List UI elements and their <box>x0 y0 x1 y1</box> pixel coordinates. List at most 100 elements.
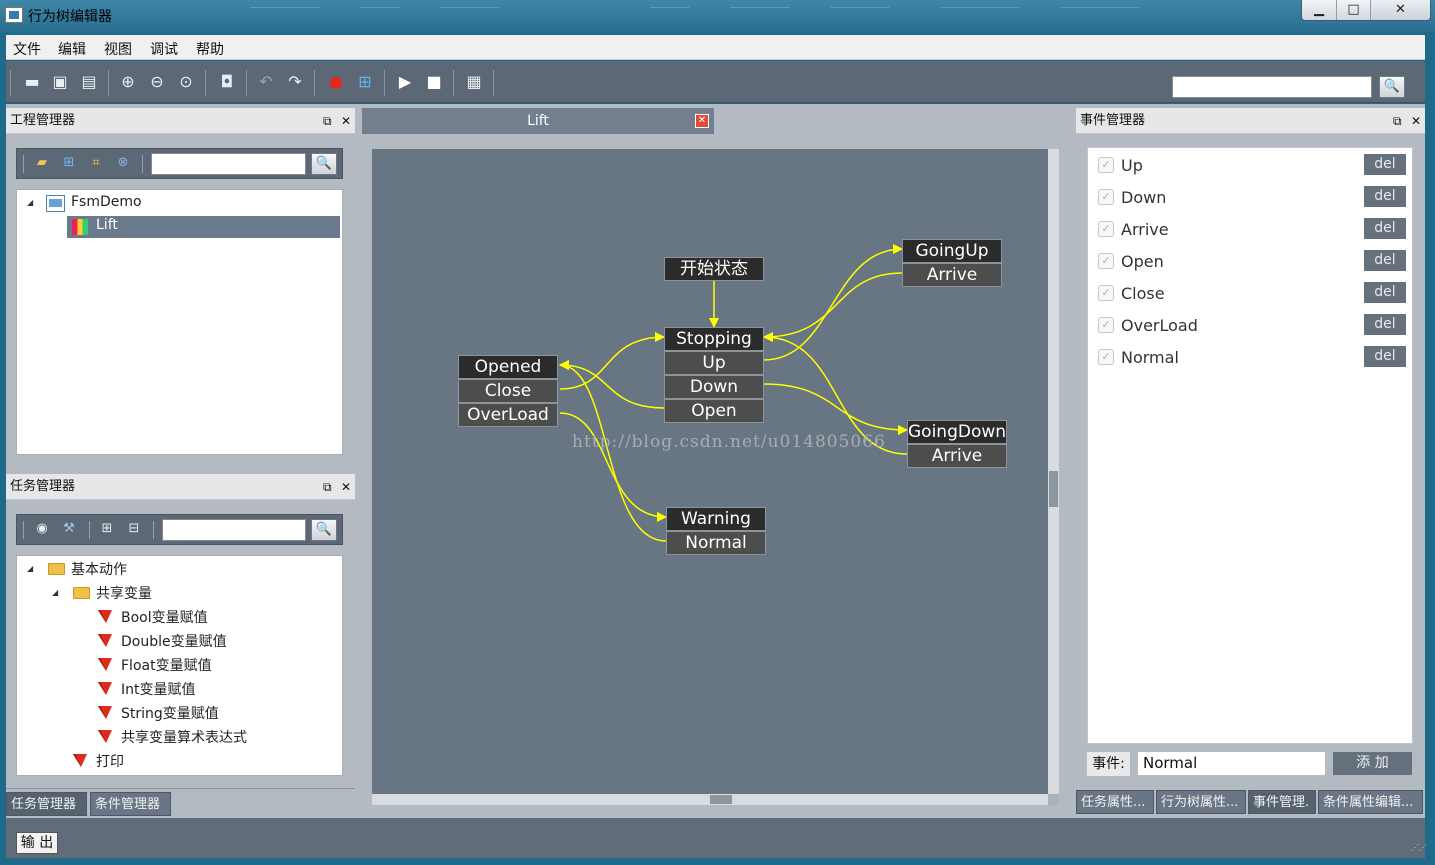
menu-edit[interactable]: 编辑 <box>58 39 86 59</box>
maximize-icon[interactable]: □ <box>1336 0 1370 20</box>
project-search-input[interactable] <box>151 153 306 175</box>
close-icon[interactable]: ✕ <box>1411 108 1421 134</box>
zoom-out-icon[interactable]: ⊖ <box>146 71 168 93</box>
tools-icon[interactable]: ⚒ <box>60 520 78 538</box>
add-event-button[interactable]: 添 加 <box>1333 752 1412 775</box>
collapse-icon[interactable]: ◢ <box>52 588 58 597</box>
event-checkbox[interactable]: ✓ <box>1098 285 1114 301</box>
menu-view[interactable]: 视图 <box>104 39 132 59</box>
node-stopping[interactable]: Stopping <box>664 327 764 351</box>
fit-view-icon[interactable]: ◘ <box>216 71 238 93</box>
tree-item-fsmdemo[interactable]: FsmDemo <box>71 194 142 210</box>
save-all-icon[interactable]: ▤ <box>78 71 100 93</box>
remove-icon[interactable]: ⊗ <box>114 154 132 172</box>
horizontal-scrollbar[interactable] <box>372 794 1048 805</box>
search-icon[interactable]: 🔍 <box>311 519 337 541</box>
close-icon[interactable]: ✕ <box>341 108 351 134</box>
node-opened-row[interactable]: Close <box>458 379 558 403</box>
zoom-in-icon[interactable]: ⊕ <box>117 71 139 93</box>
delete-button[interactable]: del <box>1364 186 1406 207</box>
float-icon[interactable]: ⧉ <box>323 108 332 134</box>
event-checkbox[interactable]: ✓ <box>1098 349 1114 365</box>
node-stopping-row[interactable]: Open <box>664 399 764 423</box>
tab-condition-manager[interactable]: 条件管理器 <box>90 792 171 816</box>
vertical-scrollbar[interactable] <box>1048 149 1059 794</box>
event-name-input[interactable]: Normal <box>1137 751 1326 776</box>
delete-button[interactable]: del <box>1364 250 1406 271</box>
close-icon[interactable]: ✕ <box>1370 0 1430 20</box>
tree-leaf-print[interactable]: 打印 <box>96 751 124 771</box>
tab-tree-properties[interactable]: 行为树属性... <box>1156 790 1246 814</box>
delete-button[interactable]: del <box>1364 282 1406 303</box>
scroll-thumb[interactable] <box>1049 471 1058 507</box>
close-icon[interactable]: ✕ <box>341 474 351 500</box>
node-goingdown[interactable]: GoingDown <box>907 420 1007 444</box>
float-icon[interactable]: ⧉ <box>1393 108 1402 134</box>
node-icon[interactable]: ⌗ <box>87 154 105 172</box>
search-icon[interactable]: 🔍 <box>1379 76 1405 98</box>
save-icon[interactable]: ▣ <box>49 71 71 93</box>
menu-help[interactable]: 帮助 <box>196 39 224 59</box>
tree-leaf[interactable]: Int变量赋值 <box>121 679 196 699</box>
state-canvas[interactable]: http://blog.csdn.net/u014805066 开始状态 Sto… <box>372 149 1048 794</box>
tree-leaf[interactable]: Double变量赋值 <box>121 631 227 651</box>
node-opened[interactable]: Opened <box>458 355 558 379</box>
scroll-thumb[interactable] <box>710 795 732 804</box>
hierarchy-icon[interactable]: ⊞ <box>354 71 376 93</box>
menu-file[interactable]: 文件 <box>13 39 41 59</box>
event-checkbox[interactable]: ✓ <box>1098 317 1114 333</box>
node-stopping-row[interactable]: Down <box>664 375 764 399</box>
open-icon[interactable]: ▬ <box>21 71 43 93</box>
delete-button[interactable]: del <box>1364 218 1406 239</box>
tree-item-lift[interactable]: Lift <box>67 216 340 238</box>
close-icon[interactable]: ✕ <box>695 114 709 128</box>
float-icon[interactable]: ⧉ <box>323 474 332 500</box>
tree-leaf[interactable]: 共享变量算术表达式 <box>121 727 247 747</box>
node-stopping-row[interactable]: Up <box>664 351 764 375</box>
breakpoint-icon[interactable]: ● <box>325 71 347 93</box>
collapse-icon[interactable]: ◢ <box>27 564 33 573</box>
event-checkbox[interactable]: ✓ <box>1098 189 1114 205</box>
search-icon[interactable]: 🔍 <box>311 153 337 175</box>
tab-task-properties[interactable]: 任务属性... <box>1076 790 1154 814</box>
tab-condition-properties[interactable]: 条件属性编辑... <box>1318 790 1423 814</box>
task-search-input[interactable] <box>162 519 306 541</box>
stop-icon[interactable]: ■ <box>423 71 445 93</box>
eye-icon[interactable]: ◉ <box>33 520 51 538</box>
event-checkbox[interactable]: ✓ <box>1098 157 1114 173</box>
zoom-reset-icon[interactable]: ⊙ <box>175 71 197 93</box>
run-icon[interactable]: ▶ <box>394 71 416 93</box>
tab-lift[interactable]: Lift ✕ <box>362 108 714 134</box>
tree-leaf[interactable]: Float变量赋值 <box>121 655 212 675</box>
menu-debug[interactable]: 调试 <box>150 39 178 59</box>
tab-event-manager[interactable]: 事件管理. <box>1248 790 1316 814</box>
output-button[interactable]: 输 出 <box>16 832 58 854</box>
add-icon[interactable]: ⊞ <box>98 520 116 538</box>
node-goingdown-row[interactable]: Arrive <box>907 444 1007 468</box>
minimize-icon[interactable]: ▁ <box>1302 0 1336 20</box>
remove-icon[interactable]: ⊟ <box>125 520 143 538</box>
node-warning[interactable]: Warning <box>666 507 766 531</box>
collapse-icon[interactable]: ◢ <box>27 198 33 207</box>
node-warning-row[interactable]: Normal <box>666 531 766 555</box>
hierarchy-icon[interactable]: ⊞ <box>60 154 78 172</box>
node-goingup-row[interactable]: Arrive <box>902 263 1002 287</box>
resize-grip-icon[interactable]: ⋰⋰ <box>1411 844 1427 855</box>
undo-icon[interactable]: ↶ <box>255 71 277 93</box>
open-folder-icon[interactable]: ▰ <box>33 154 51 172</box>
redo-icon[interactable]: ↷ <box>284 71 306 93</box>
node-opened-row[interactable]: OverLoad <box>458 403 558 427</box>
toolbar-search-input[interactable] <box>1172 76 1372 98</box>
tab-task-manager[interactable]: 任务管理器 <box>6 792 87 816</box>
grid-icon[interactable]: ▦ <box>463 71 485 93</box>
tree-group-basic[interactable]: 基本动作 <box>71 559 127 579</box>
tree-leaf[interactable]: Bool变量赋值 <box>121 607 208 627</box>
delete-button[interactable]: del <box>1364 154 1406 175</box>
delete-button[interactable]: del <box>1364 314 1406 335</box>
event-checkbox[interactable]: ✓ <box>1098 253 1114 269</box>
node-start[interactable]: 开始状态 <box>664 257 764 281</box>
event-checkbox[interactable]: ✓ <box>1098 221 1114 237</box>
node-goingup[interactable]: GoingUp <box>902 239 1002 263</box>
delete-button[interactable]: del <box>1364 346 1406 367</box>
tree-group-shared[interactable]: 共享变量 <box>96 583 152 603</box>
